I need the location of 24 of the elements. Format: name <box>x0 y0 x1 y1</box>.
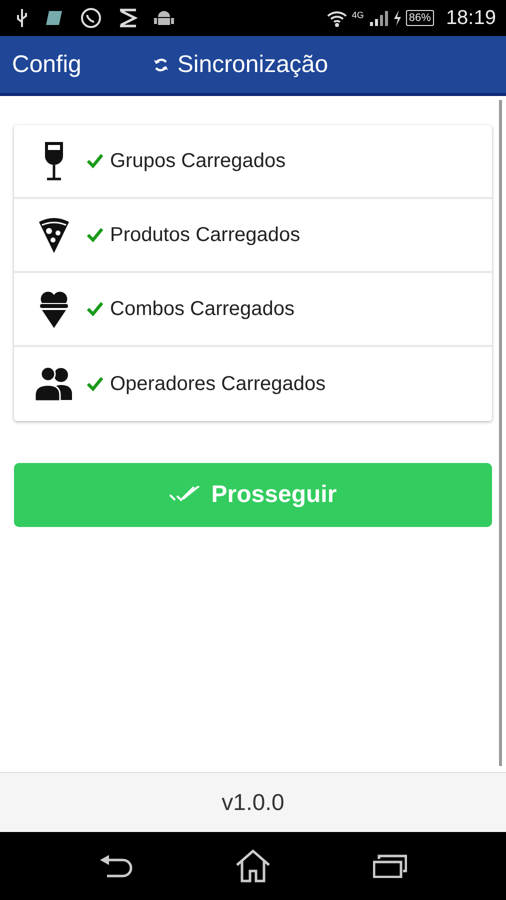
usb-icon <box>16 8 28 28</box>
recent-apps-icon[interactable] <box>373 854 408 878</box>
back-icon[interactable] <box>98 854 133 878</box>
android-icon <box>154 8 174 28</box>
ice-cream-icon <box>39 289 69 329</box>
home-icon[interactable] <box>234 849 272 883</box>
battery-indicator: 86% <box>406 10 434 26</box>
item-label: Produtos Carregados <box>110 223 300 248</box>
version-label: v1.0.0 <box>222 788 284 818</box>
image-icon <box>44 9 64 27</box>
item-label: Operadores Carregados <box>110 372 326 397</box>
charging-icon <box>392 9 402 27</box>
item-label: Combos Carregados <box>110 297 295 322</box>
sync-icon <box>153 56 170 74</box>
chat-icon <box>80 7 102 29</box>
signal-icon <box>368 9 388 27</box>
users-icon <box>34 366 74 402</box>
pizza-slice-icon <box>38 216 70 254</box>
item-label: Grupos Carregados <box>110 149 286 174</box>
clock: 18:19 <box>446 6 496 31</box>
page-title: Sincronização <box>177 50 328 80</box>
wine-glass-icon <box>42 141 66 181</box>
config-link[interactable]: Config <box>12 46 82 82</box>
network-label: 4G <box>352 9 364 22</box>
